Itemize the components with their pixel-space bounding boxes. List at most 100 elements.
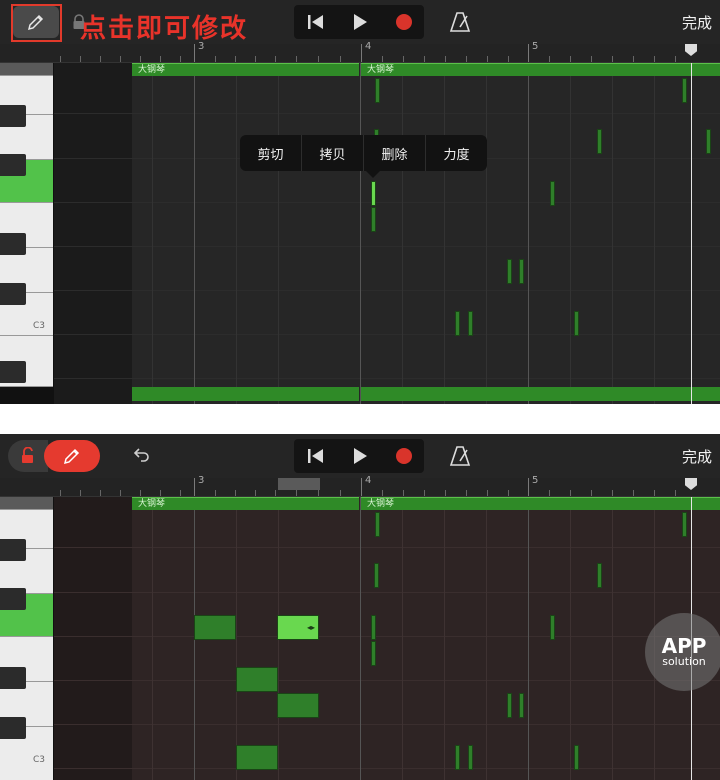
note[interactable] [706,129,711,154]
note[interactable] [236,745,278,770]
region-header[interactable]: 大钢琴 [132,63,359,76]
white-key[interactable] [0,497,53,510]
region-footer [361,387,720,401]
menu-item-velocity[interactable]: 力度 [426,135,487,171]
note[interactable] [519,693,524,718]
resize-handle-icon[interactable]: ◂▸ [307,623,315,632]
rewind-icon [308,449,323,463]
metronome-button[interactable] [448,444,472,468]
play-button[interactable] [340,439,380,473]
menu-item-delete[interactable]: 删除 [364,135,426,171]
play-button[interactable] [340,5,380,39]
menu-item-cut[interactable]: 剪切 [240,135,302,171]
metronome-icon [449,12,471,32]
note[interactable] [507,259,512,284]
note-selected[interactable] [371,181,376,206]
menu-item-copy[interactable]: 拷贝 [302,135,364,171]
region-header[interactable]: 大钢琴 [361,63,720,76]
note[interactable] [507,693,512,718]
done-button[interactable]: 完成 [682,446,712,467]
metronome-icon [449,446,471,466]
toolbar: 完成 [0,434,720,478]
black-key[interactable] [0,283,26,305]
black-key[interactable] [0,667,26,689]
annotation-highlight-box [11,4,62,42]
editor-panel-top: 完成 3 4 5 C3 大钢琴 大钢琴 剪切 拷贝 删除 力度 点击即可修改 [0,0,720,404]
watermark-line1: APP [661,634,707,658]
note[interactable] [194,615,236,640]
timeline-ruler[interactable]: 3 4 5 [0,41,720,63]
note[interactable] [682,512,687,537]
white-key[interactable] [0,63,53,76]
note[interactable] [597,563,602,588]
rewind-icon [308,15,323,29]
note[interactable] [550,181,555,206]
pencil-tool-button-active[interactable] [44,440,100,472]
note[interactable] [371,207,376,232]
ruler-number: 4 [365,475,372,486]
note[interactable] [597,129,602,154]
note[interactable] [574,745,579,770]
note[interactable] [468,311,473,336]
black-key[interactable] [0,588,26,610]
rewind-button[interactable] [296,5,336,39]
black-key[interactable] [0,154,26,176]
playhead-line [691,63,692,404]
pencil-icon [63,448,80,465]
note[interactable] [455,311,460,336]
black-key[interactable] [0,717,26,739]
black-key[interactable] [0,361,26,383]
piano-roll-grid[interactable]: 大钢琴 大钢琴 [54,63,720,404]
note-context-menu: 剪切 拷贝 删除 力度 [240,135,487,171]
piano-keyboard[interactable]: C3 [0,63,54,404]
note[interactable] [371,641,376,666]
record-button[interactable] [384,5,424,39]
watermark-line2: solution [662,655,706,668]
note[interactable] [375,512,380,537]
note[interactable] [455,745,460,770]
note[interactable] [682,78,687,103]
ruler-number: 4 [365,41,372,52]
region-header[interactable]: 大钢琴 [361,497,720,510]
play-icon [354,14,367,30]
playhead-handle[interactable] [685,44,697,56]
note[interactable] [277,693,319,718]
editor-panel-bottom: 完成 3 4 5 C3 大钢琴 大钢琴 ◂▸ [0,434,720,780]
note[interactable] [374,563,379,588]
note[interactable] [375,78,380,103]
piano-keyboard[interactable]: C3 [0,497,54,780]
context-menu-pointer [366,171,380,178]
record-icon [396,14,412,30]
black-key[interactable] [0,539,26,561]
timeline-ruler[interactable]: 3 4 5 [0,475,720,497]
record-button[interactable] [384,439,424,473]
note[interactable] [519,259,524,284]
c3-label: C3 [33,755,46,765]
transport-controls [294,5,424,39]
region-header[interactable]: 大钢琴 [132,497,359,510]
rewind-button[interactable] [296,439,336,473]
annotation-text: 点击即可修改 [80,14,249,44]
piano-roll-grid[interactable]: 大钢琴 大钢琴 ◂▸ [54,497,720,780]
ruler-number: 5 [532,475,539,486]
black-key[interactable] [0,105,26,127]
black-key[interactable] [0,233,26,255]
note[interactable] [574,311,579,336]
unlock-button[interactable] [8,440,48,472]
undo-button[interactable] [130,444,154,468]
record-icon [396,448,412,464]
ruler-selection-range [278,478,320,490]
c3-label: C3 [33,321,46,331]
note[interactable] [371,615,376,640]
done-button[interactable]: 完成 [682,12,712,33]
note[interactable] [468,745,473,770]
region-footer [132,387,359,401]
playhead-handle[interactable] [685,478,697,490]
transport-controls [294,439,424,473]
unlock-icon [22,447,33,463]
metronome-button[interactable] [448,10,472,34]
watermark-logo: APP solution [645,613,720,691]
ruler-number: 3 [198,475,205,486]
note[interactable] [550,615,555,640]
note[interactable] [236,667,278,692]
